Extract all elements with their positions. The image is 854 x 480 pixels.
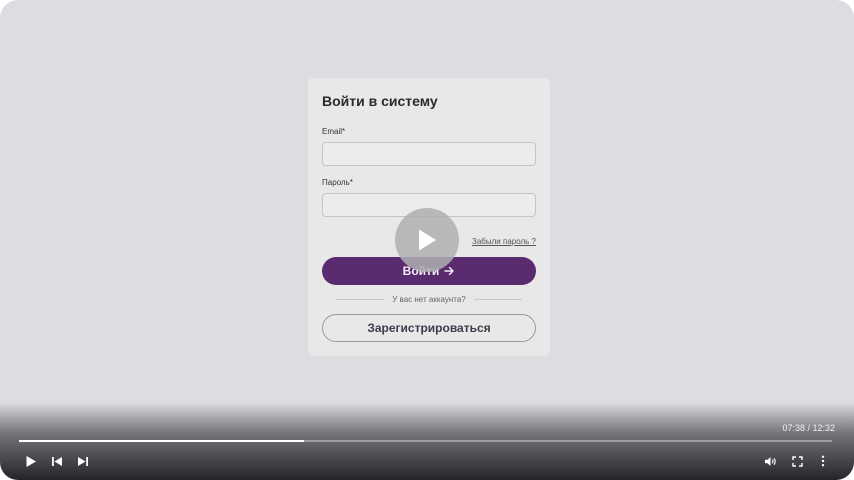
password-label: Пароль*	[322, 178, 353, 187]
previous-button[interactable]	[49, 453, 65, 469]
play-button[interactable]	[23, 453, 39, 469]
register-button[interactable]: Зарегистрироваться	[322, 314, 536, 342]
play-icon	[419, 229, 436, 251]
divider-line-right	[473, 298, 522, 300]
video-player[interactable]: Войти в систему Email* Пароль* Забыли па…	[0, 0, 854, 480]
play-icon	[26, 455, 36, 467]
login-title: Войти в систему	[322, 93, 438, 109]
no-account-text: У вас нет аккаунта?	[392, 294, 466, 304]
time-display: 07:38 / 12:32	[782, 423, 835, 433]
progress-fill	[19, 440, 304, 442]
volume-button[interactable]	[762, 453, 778, 469]
more-options-button[interactable]	[815, 453, 831, 469]
divider: У вас нет аккаунта?	[336, 293, 522, 305]
previous-icon	[52, 456, 62, 466]
arrow-right-icon	[444, 266, 455, 276]
email-field[interactable]	[322, 142, 536, 166]
fullscreen-icon	[791, 455, 803, 467]
divider-line-left	[336, 298, 385, 300]
volume-icon	[764, 456, 776, 466]
next-icon	[78, 456, 88, 466]
big-play-button[interactable]	[395, 208, 459, 272]
forgot-password-link[interactable]: Забыли пароль ?	[472, 237, 536, 246]
email-label: Email*	[322, 127, 346, 136]
progress-bar[interactable]	[19, 440, 832, 442]
more-options-icon	[821, 455, 825, 467]
fullscreen-button[interactable]	[789, 453, 805, 469]
next-button[interactable]	[75, 453, 91, 469]
